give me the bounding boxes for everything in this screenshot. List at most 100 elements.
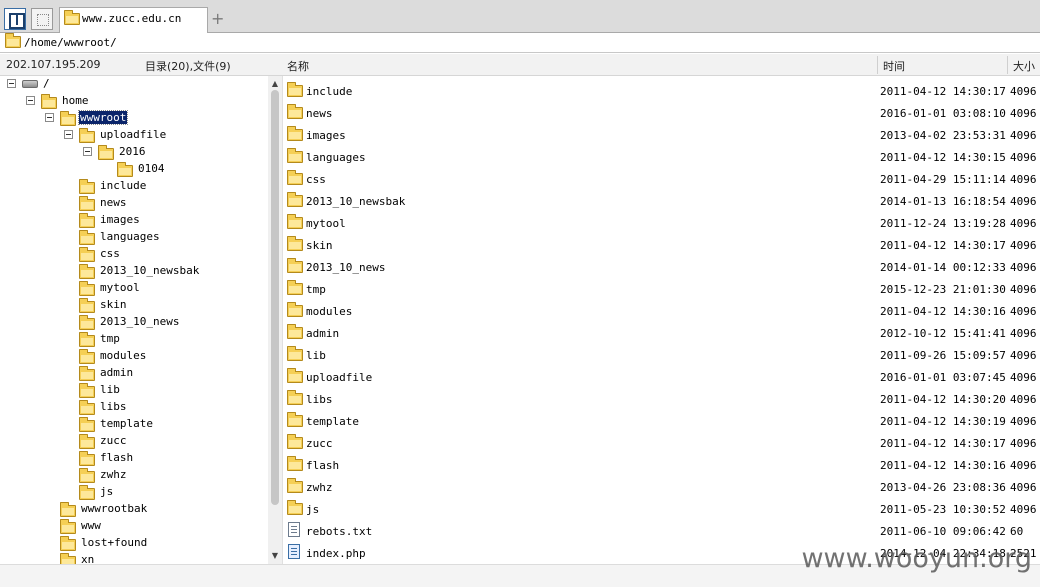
tree-node-root[interactable]: / (0, 76, 260, 93)
tree-node[interactable]: modules (0, 348, 260, 365)
tree-scrollbar[interactable]: ▲ ▼ (268, 76, 282, 564)
folder-icon (287, 478, 303, 493)
scrollbar-thumb[interactable] (271, 90, 279, 505)
file-time: 2011-04-12 14:30:20 (880, 393, 1006, 406)
tree-label: css (100, 247, 120, 260)
folder-icon (79, 128, 95, 143)
tree-node[interactable]: js (0, 484, 260, 501)
scroll-down-arrow-icon[interactable]: ▼ (268, 550, 282, 562)
tree-node[interactable]: include (0, 178, 260, 195)
file-row[interactable]: zucc 2011-04-12 14:30:17 4096 (283, 431, 1040, 453)
folder-icon (287, 302, 303, 317)
file-name: template (306, 415, 359, 428)
file-row[interactable]: tmp 2015-12-23 21:01:30 4096 (283, 277, 1040, 299)
blank-tab-button[interactable] (31, 8, 53, 30)
file-row[interactable]: template 2011-04-12 14:30:19 4096 (283, 409, 1040, 431)
file-row[interactable]: css 2011-04-29 15:11:14 4096 (283, 167, 1040, 189)
file-time: 2014-01-14 00:12:33 (880, 261, 1006, 274)
file-row[interactable]: modules 2011-04-12 14:30:16 4096 (283, 299, 1040, 321)
folder-icon (287, 500, 303, 515)
file-row[interactable]: lib 2011-09-26 15:09:57 4096 (283, 343, 1040, 365)
tree-node[interactable]: mytool (0, 280, 260, 297)
toggle-panel-button[interactable] (4, 8, 26, 30)
file-list: include 2011-04-12 14:30:17 4096 news 2016-0… (283, 76, 1040, 564)
column-time-header[interactable]: 时间 (883, 58, 905, 74)
folder-icon (287, 148, 303, 163)
file-row[interactable]: rebots.txt 2011-06-10 09:06:42 60 (283, 519, 1040, 541)
tree-node[interactable]: css (0, 246, 260, 263)
tree-node-wwwroot[interactable]: wwwroot (0, 110, 260, 127)
column-name-header[interactable]: 名称 (287, 58, 309, 74)
file-row[interactable]: libs 2011-04-12 14:30:20 4096 (283, 387, 1040, 409)
file-size: 4096 (1010, 129, 1037, 142)
file-row[interactable]: mytool 2011-12-24 13:19:28 4096 (283, 211, 1040, 233)
tree-node[interactable]: zucc (0, 433, 260, 450)
folder-icon (60, 502, 76, 517)
file-row[interactable]: flash 2011-04-12 14:30:16 4096 (283, 453, 1040, 475)
file-row[interactable]: news 2016-01-01 03:08:10 4096 (283, 101, 1040, 123)
tree-node[interactable]: tmp (0, 331, 260, 348)
tree-node[interactable]: images (0, 212, 260, 229)
folder-icon (79, 366, 95, 381)
tree-label: template (100, 417, 153, 430)
file-size: 4096 (1010, 217, 1037, 230)
tree-node[interactable]: lib (0, 382, 260, 399)
file-row[interactable]: 2013_10_news 2014-01-14 00:12:33 4096 (283, 255, 1040, 277)
tab-active[interactable]: www.zucc.edu.cn (59, 7, 208, 33)
tree-node-0104[interactable]: 0104 (0, 161, 260, 178)
file-row[interactable]: include 2011-04-12 14:30:17 4096 (283, 79, 1040, 101)
tree-node[interactable]: news (0, 195, 260, 212)
folder-icon (79, 179, 95, 194)
tree-node[interactable]: 2013_10_newsbak (0, 263, 260, 280)
file-row[interactable]: images 2013-04-02 23:53:31 4096 (283, 123, 1040, 145)
file-row[interactable]: admin 2012-10-12 15:41:41 4096 (283, 321, 1040, 343)
tree-label: images (100, 213, 140, 226)
tree-node[interactable]: xn (0, 552, 260, 564)
collapse-icon[interactable] (45, 113, 54, 122)
column-size-header[interactable]: 大小 (1013, 58, 1035, 74)
collapse-icon[interactable] (64, 130, 73, 139)
tree-node[interactable]: template (0, 416, 260, 433)
collapse-icon[interactable] (26, 96, 35, 105)
file-name: news (306, 107, 333, 120)
file-row[interactable]: languages 2011-04-12 14:30:15 4096 (283, 145, 1040, 167)
file-size: 4096 (1010, 371, 1037, 384)
folder-icon (79, 247, 95, 262)
tree-node[interactable]: 2013_10_news (0, 314, 260, 331)
tree-node[interactable]: languages (0, 229, 260, 246)
column-separator[interactable] (1007, 56, 1008, 74)
file-row[interactable]: js 2011-05-23 10:30:52 4096 (283, 497, 1040, 519)
scroll-up-arrow-icon[interactable]: ▲ (268, 78, 282, 90)
folder-icon (79, 400, 95, 415)
folder-icon (79, 196, 95, 211)
tree-label: zucc (100, 434, 127, 447)
file-name: css (306, 173, 326, 186)
tree-label: wwwrootbak (81, 502, 148, 515)
tree-node-uploadfile[interactable]: uploadfile (0, 127, 260, 144)
tree-node-2016[interactable]: 2016 (0, 144, 260, 161)
address-bar[interactable]: /home/wwwroot/ (0, 33, 1040, 53)
file-time: 2011-04-29 15:11:14 (880, 173, 1006, 186)
tree-node[interactable]: zwhz (0, 467, 260, 484)
tree-node[interactable]: www (0, 518, 260, 535)
tree-node[interactable]: libs (0, 399, 260, 416)
tree-node-home[interactable]: home (0, 93, 260, 110)
collapse-icon[interactable] (83, 147, 92, 156)
tree-label: uploadfile (100, 128, 167, 141)
file-row[interactable]: skin 2011-04-12 14:30:17 4096 (283, 233, 1040, 255)
file-row[interactable]: 2013_10_newsbak 2014-01-13 16:18:54 4096 (283, 189, 1040, 211)
file-size: 4096 (1010, 195, 1037, 208)
folder-icon (79, 383, 95, 398)
file-row[interactable]: uploadfile 2016-01-01 03:07:45 4096 (283, 365, 1040, 387)
tree-node[interactable]: flash (0, 450, 260, 467)
file-name: uploadfile (306, 371, 373, 384)
column-separator[interactable] (877, 56, 878, 74)
file-time: 2011-04-12 14:30:17 (880, 437, 1006, 450)
tree-node[interactable]: wwwrootbak (0, 501, 260, 518)
add-tab-button[interactable]: + (211, 9, 224, 28)
tree-node[interactable]: lost+found (0, 535, 260, 552)
collapse-icon[interactable] (7, 79, 16, 88)
tree-node[interactable]: skin (0, 297, 260, 314)
file-row[interactable]: zwhz 2013-04-26 23:08:36 4096 (283, 475, 1040, 497)
tree-node[interactable]: admin (0, 365, 260, 382)
